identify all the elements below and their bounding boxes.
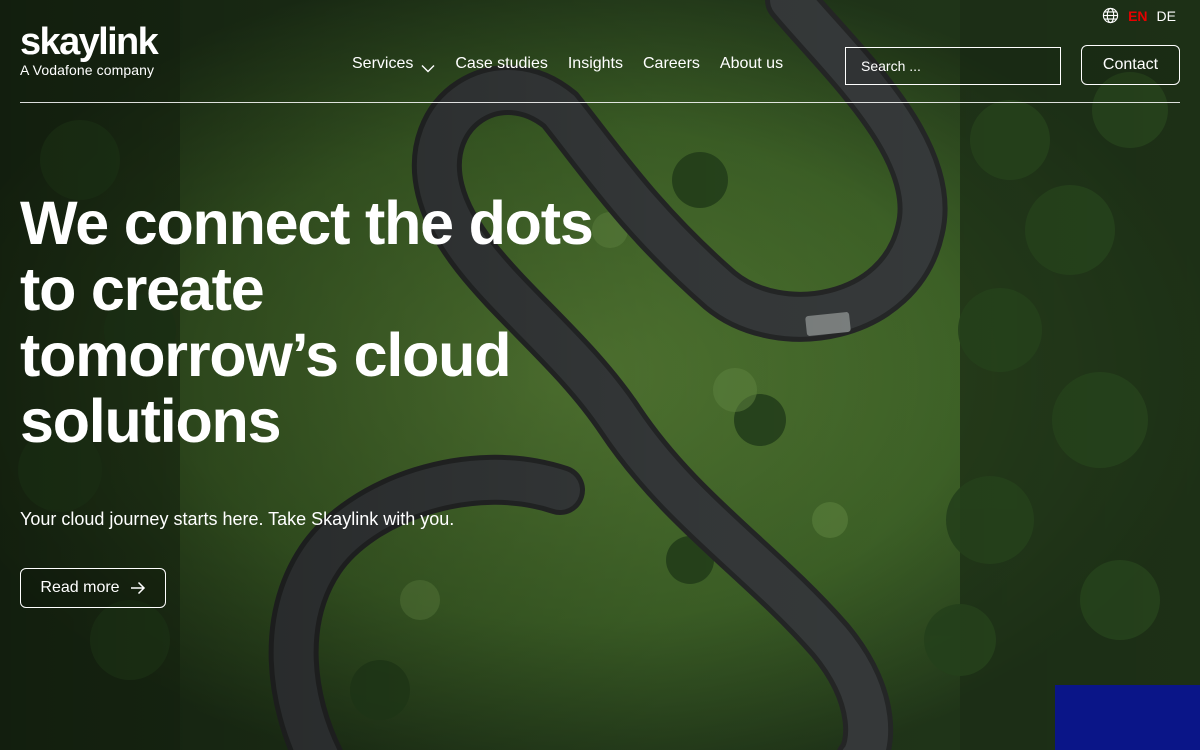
nav-item-label: Careers <box>643 55 700 72</box>
hero-title: We connect the dots to create tomorrow’s… <box>20 190 660 454</box>
language-option-en[interactable]: EN <box>1128 8 1147 24</box>
search-box <box>845 47 1061 85</box>
nav-item-label: Case studies <box>455 55 548 72</box>
hero-title-line: tomorrow’s cloud <box>20 321 511 389</box>
main-navigation: Services Case studies Insights Careers A… <box>352 55 783 73</box>
arrow-right-icon <box>130 581 146 595</box>
corner-accent-block <box>1055 685 1200 750</box>
hero-title-line: to create <box>20 255 265 323</box>
nav-item-label: About us <box>719 55 784 72</box>
contact-button[interactable]: Contact <box>1081 45 1180 85</box>
nav-item-case-studies[interactable]: Case studies <box>455 55 548 73</box>
nav-item-insights[interactable]: Insights <box>568 55 623 73</box>
hero-subtitle: Your cloud journey starts here. Take Ska… <box>20 509 455 529</box>
read-more-button[interactable]: Read more <box>20 568 166 608</box>
search-input[interactable] <box>846 48 1060 84</box>
logo-wordmark: skaylink <box>20 21 159 63</box>
site-logo[interactable]: skaylink A Vodafone company <box>20 21 159 78</box>
header-divider <box>20 102 1180 103</box>
nav-item-services[interactable]: Services <box>352 55 435 73</box>
nav-item-careers[interactable]: Careers <box>643 55 700 73</box>
nav-item-about-us[interactable]: About us <box>720 55 783 73</box>
nav-item-label: Insights <box>567 55 623 72</box>
language-switcher: EN DE <box>1102 7 1176 24</box>
globe-icon[interactable] <box>1102 7 1119 24</box>
hero-title-line: solutions <box>20 387 282 455</box>
language-option-de[interactable]: DE <box>1157 8 1176 24</box>
read-more-label: Read more <box>40 579 120 596</box>
logo-tagline: A Vodafone company <box>20 62 155 78</box>
chevron-down-icon <box>421 60 435 72</box>
nav-item-label: Services <box>352 55 414 72</box>
hero-title-line: We connect the dots <box>20 189 594 257</box>
